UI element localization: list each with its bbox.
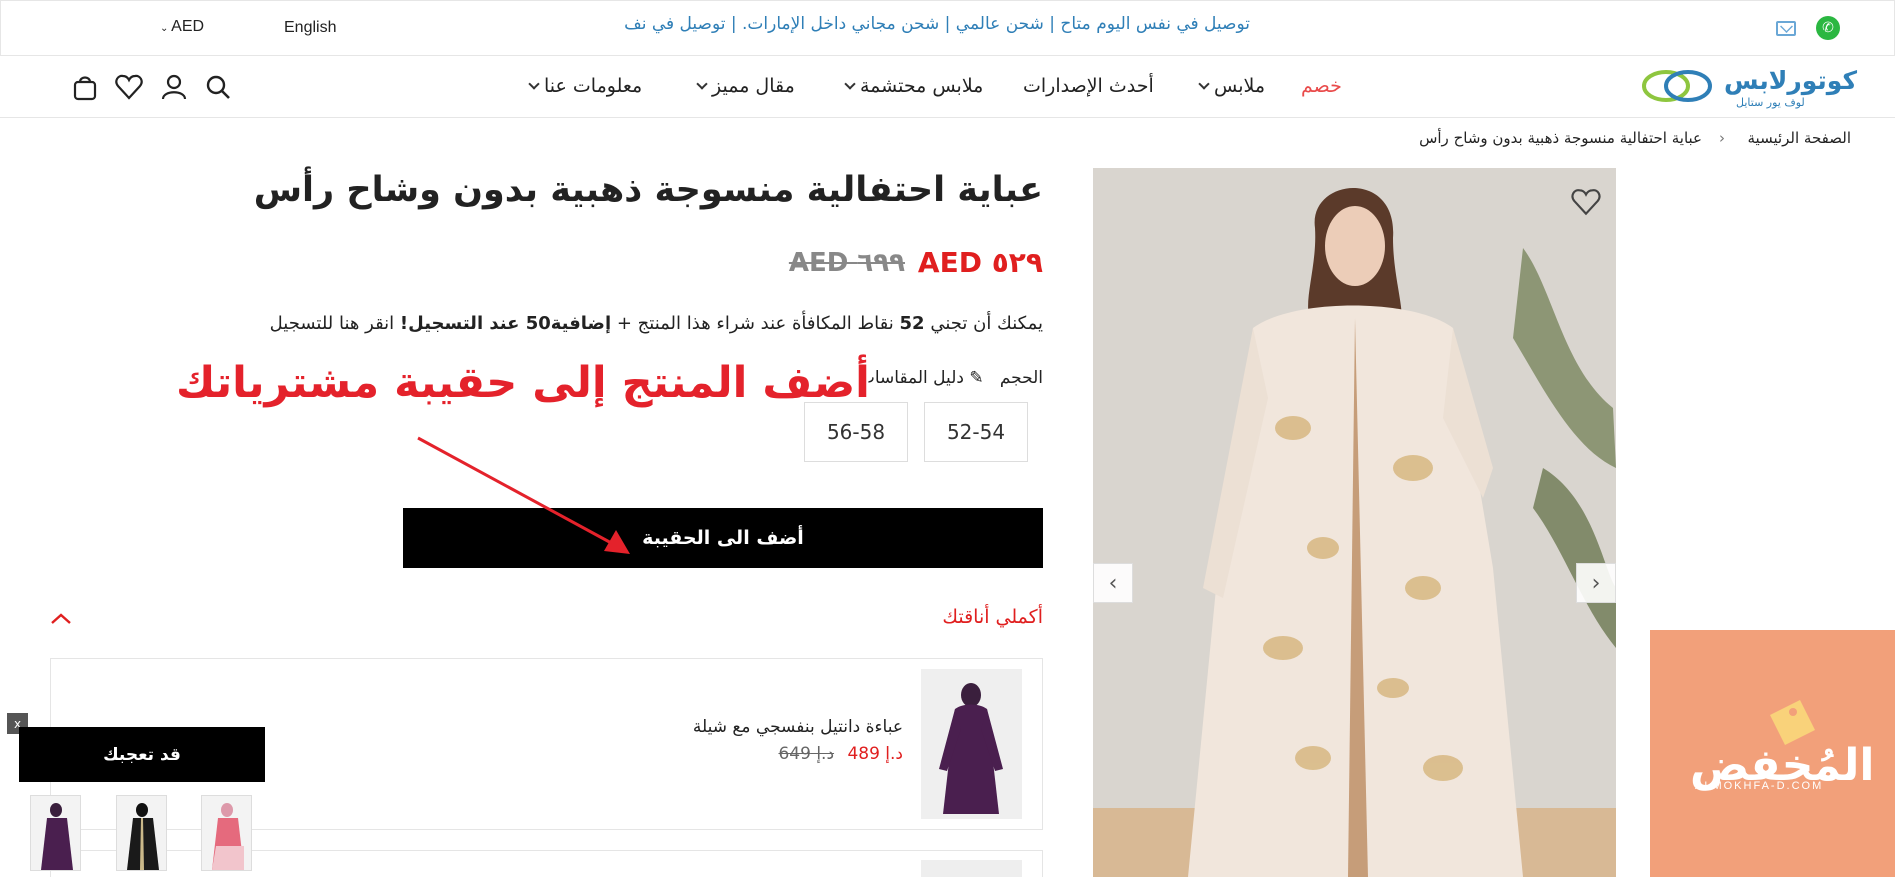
reward-signup-bonus: إضافية50 عند التسجيل! xyxy=(399,313,612,334)
breadcrumb-separator: › xyxy=(1719,129,1725,147)
nav-clothing[interactable]: ملابس xyxy=(1198,75,1266,97)
search-icon[interactable] xyxy=(203,72,233,102)
abaya-photo-icon xyxy=(117,796,166,870)
reward-points-note: يمكنك أن تجني 52 نقاط المكافأة عند شراء … xyxy=(270,313,1043,334)
currency-label: AED xyxy=(171,18,205,35)
related-product-price: د.إ 489 د.إ 649 xyxy=(778,744,903,764)
whatsapp-icon[interactable]: ✆ xyxy=(1816,16,1840,40)
announcement-bar: توصيل في نفس اليوم متاح | شحن عالمي | شح… xyxy=(624,14,1250,34)
language-switch[interactable]: English xyxy=(284,19,336,37)
nav-about-us[interactable]: معلومات عنا xyxy=(528,75,643,97)
nav-clothing-label: ملابس xyxy=(1214,75,1266,97)
original-price: AED ٦٩٩ xyxy=(788,248,905,278)
related-original-price: د.إ 649 xyxy=(778,744,835,764)
account-icon[interactable] xyxy=(159,72,189,102)
reward-text-2: نقاط المكافأة عند شراء هذا المنتج + xyxy=(616,313,894,334)
size-guide-link[interactable]: ✎ دليل المقاسات xyxy=(859,368,984,388)
abaya-photo-icon xyxy=(921,669,1022,819)
ruler-icon: ✎ xyxy=(969,368,984,388)
nav-new-releases[interactable]: أحدث الإصدارات xyxy=(1023,75,1154,97)
may-like-thumb-1[interactable] xyxy=(30,795,81,871)
chevron-down-icon xyxy=(528,78,540,90)
annotation-text: أضف المنتج إلى حقيبة مشترياتك xyxy=(176,358,870,408)
nav-modest-wear-label: ملابس محتشمة xyxy=(860,75,984,97)
brand-name: كوتورلابس xyxy=(1724,66,1858,95)
chevron-down-icon xyxy=(696,78,708,90)
product-title: عباية احتفالية منسوجة ذهبية بدون وشاح رأ… xyxy=(253,170,1043,210)
nav-sale[interactable]: خصم xyxy=(1301,75,1342,97)
related-product-image[interactable] xyxy=(921,669,1022,819)
watermark-url: ALMOKHFA-D.COM xyxy=(1695,780,1824,792)
chevron-down-icon xyxy=(844,78,856,90)
chevron-down-icon: ⌄ xyxy=(160,23,172,34)
breadcrumb-home[interactable]: الصفحة الرئيسية xyxy=(1748,129,1852,147)
chevron-right-icon: › xyxy=(1591,570,1601,596)
related-product-image[interactable] xyxy=(921,860,1022,877)
chevron-up-icon[interactable] xyxy=(48,608,74,628)
size-option-52-54[interactable]: 52-54 xyxy=(924,402,1028,462)
current-price: AED ٥٢٩ xyxy=(917,246,1043,279)
chevron-left-icon: ‹ xyxy=(1108,570,1118,596)
may-like-header[interactable]: قد تعجبك xyxy=(19,727,265,782)
nav-modest-wear[interactable]: ملابس محتشمة xyxy=(844,75,984,97)
gallery-next-button[interactable]: › xyxy=(1576,563,1616,603)
nav-featured-article[interactable]: مقال مميز xyxy=(696,75,795,97)
reward-text-1: يمكنك أن تجني xyxy=(930,313,1043,334)
abaya-photo-icon xyxy=(202,796,251,870)
annotation-arrow-icon xyxy=(417,436,630,554)
brand-logo[interactable]: كوتورلابس لوف يور ستايل xyxy=(1626,62,1857,112)
size-row: الحجم ✎ دليل المقاسات xyxy=(859,368,1043,388)
abaya-photo-icon xyxy=(31,796,80,870)
related-current-price: د.إ 489 xyxy=(847,744,903,764)
abaya-photo-icon xyxy=(1093,168,1616,877)
add-to-wishlist-icon[interactable] xyxy=(1570,186,1602,218)
nav-about-us-label: معلومات عنا xyxy=(544,75,643,97)
wishlist-icon[interactable] xyxy=(114,72,144,102)
mail-icon[interactable] xyxy=(1776,21,1796,36)
breadcrumb-current: عباية احتفالية منسوجة ذهبية بدون وشاح رأ… xyxy=(1419,129,1702,147)
nav-featured-article-label: مقال مميز xyxy=(712,75,795,97)
complete-look-heading[interactable]: أكملي أناقتك xyxy=(942,606,1043,628)
may-like-thumb-2[interactable] xyxy=(116,795,167,871)
reward-points: 52 xyxy=(899,313,925,334)
related-product-name[interactable]: عباءة دانتيل بنفسجي مع شيلة xyxy=(693,717,903,737)
size-option-56-58[interactable]: 56-58 xyxy=(804,402,908,462)
currency-selector[interactable]: ⌄ AED xyxy=(160,18,204,36)
size-label: الحجم xyxy=(999,368,1043,388)
size-guide-label: دليل المقاسات xyxy=(858,368,964,388)
bag-icon[interactable] xyxy=(70,72,100,102)
signup-link[interactable]: انقر هنا للتسجيل xyxy=(270,313,395,334)
product-image[interactable] xyxy=(1093,168,1616,877)
chevron-down-icon xyxy=(1198,78,1210,90)
may-like-thumb-3[interactable] xyxy=(201,795,252,871)
brand-tagline: لوف يور ستايل xyxy=(1736,96,1805,109)
gallery-prev-button[interactable]: ‹ xyxy=(1093,563,1133,603)
